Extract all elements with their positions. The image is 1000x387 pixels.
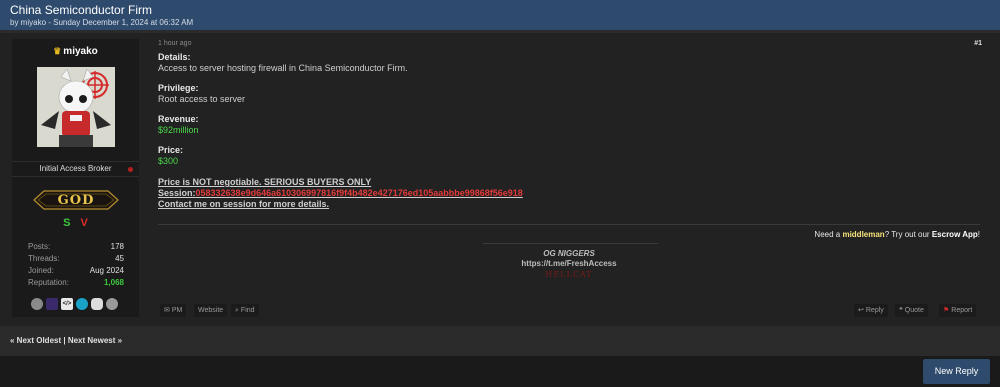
quote-icon: ❝ [899, 307, 903, 314]
envelope-icon: ✉ [164, 307, 170, 314]
post-number[interactable]: #1 [974, 40, 982, 47]
thread-title: China Semiconductor Firm [10, 3, 153, 17]
eye-icon[interactable] [76, 298, 88, 310]
user-stats: Posts: 178 Threads: 45 Joined: Aug 2024 … [28, 242, 124, 290]
session-label: Session: [158, 188, 196, 198]
quote-label: Quote [904, 307, 924, 314]
stat-label: Posts: [28, 242, 51, 251]
stat-joined: Joined: Aug 2024 [28, 266, 124, 278]
contact-line: Contact me on session for more details. [158, 199, 330, 209]
find-button[interactable]: ⌕ Find [231, 304, 259, 317]
revenue-label: Revenue: [158, 114, 199, 124]
price-label: Price: [158, 145, 184, 155]
stat-posts: Posts: 178 [28, 242, 124, 254]
revenue-value: $92million [158, 125, 199, 135]
pm-button[interactable]: ✉ PM [160, 304, 187, 317]
middleman-middle: ? Try out our [884, 230, 932, 239]
award-icons: </> [31, 298, 131, 312]
username-row[interactable]: ♛ miyako [12, 46, 139, 57]
signature-divider [483, 243, 658, 244]
find-label: Find [240, 307, 255, 314]
thread-header: China Semiconductor Firm by miyako - Sun… [0, 0, 1000, 30]
crypto-icon[interactable] [46, 298, 58, 310]
new-reply-button[interactable]: New Reply [923, 359, 990, 384]
post-date[interactable]: 1 hour ago [158, 40, 191, 47]
crown-icon: ♛ [53, 46, 62, 56]
escrow-app-link[interactable]: Escrow App [932, 230, 978, 239]
chat-icon[interactable] [106, 298, 118, 310]
stat-value: 45 [115, 254, 124, 263]
avatar[interactable] [37, 67, 115, 147]
rank-badge: GOD [32, 189, 120, 211]
quote-button[interactable]: ❝ Quote [895, 304, 928, 317]
user-title: Initial Access Broker [39, 164, 112, 173]
code-icon[interactable]: </> [61, 298, 73, 310]
website-label: Website [198, 307, 224, 314]
stat-value: Aug 2024 [89, 266, 124, 275]
middleman-prefix: Need a [814, 230, 843, 239]
gamepad-icon[interactable] [91, 298, 103, 310]
post-content: 1 hour ago #1 Details: Access to server … [158, 33, 988, 326]
report-button[interactable]: ⚑ Report [939, 304, 977, 317]
privilege-value: Root access to server [158, 94, 246, 104]
badge-s: S [63, 217, 71, 229]
signature-link[interactable]: https://t.me/FreshAccess [158, 259, 980, 268]
offline-status-dot [128, 167, 133, 172]
thread-pager[interactable]: « Next Oldest | Next Newest » [10, 336, 122, 345]
price-notice: Price is NOT negotiable. SERIOUS BUYERS … [158, 177, 372, 187]
privilege-label: Privilege: [158, 83, 199, 93]
post-container: ♛ miyako Initial Access Broker GOD S V P… [0, 33, 1000, 326]
thread-byline: by miyako - Sunday December 1, 2024 at 0… [10, 18, 194, 27]
username[interactable]: miyako [63, 46, 97, 57]
badge-v: V [80, 217, 88, 229]
search-icon: ⌕ [235, 307, 239, 314]
rank-badge-text: GOD [57, 193, 95, 208]
reply-icon: ↩ [858, 307, 864, 314]
session-line: Session:058332638e9d646a610306997816f9f4… [158, 188, 523, 198]
details-value: Access to server hosting firewall in Chi… [158, 63, 408, 73]
user-badges-row: SV [12, 217, 139, 229]
middleman-link[interactable]: middleman [842, 230, 884, 239]
flag-icon: ⚑ [943, 307, 950, 314]
stat-label: Reputation: [28, 278, 69, 287]
stat-label: Threads: [28, 254, 60, 263]
post-divider [158, 224, 980, 225]
ninja-icon[interactable] [31, 298, 43, 310]
stat-reputation: Reputation: 1,068 [28, 278, 124, 290]
signature-tag: HELLCAT [545, 270, 593, 279]
price-value: $300 [158, 156, 179, 166]
stat-threads: Threads: 45 [28, 254, 124, 266]
reputation-link[interactable]: 1,068 [104, 278, 124, 287]
stat-label: Joined: [28, 266, 54, 275]
report-label: Report [951, 307, 973, 314]
user-info-panel: ♛ miyako Initial Access Broker GOD S V P… [12, 39, 139, 317]
middleman-notice: Need a middleman? Try out our Escrow App… [814, 230, 980, 239]
reply-button[interactable]: ↩ Reply [854, 304, 888, 317]
session-id: 058332638e9d646a610306997816f9f4b482e427… [195, 188, 523, 198]
stat-value: 178 [110, 242, 124, 251]
user-title-row: Initial Access Broker [12, 161, 139, 177]
reply-label: Reply [865, 307, 884, 314]
details-label: Details: [158, 52, 191, 62]
pm-label: PM [171, 307, 183, 314]
avatar-image [37, 67, 115, 147]
website-button[interactable]: Website [194, 304, 228, 317]
middleman-suffix: ! [977, 230, 980, 239]
signature-title: OG NIGGERS [543, 249, 595, 258]
footer-bar [0, 356, 1000, 387]
